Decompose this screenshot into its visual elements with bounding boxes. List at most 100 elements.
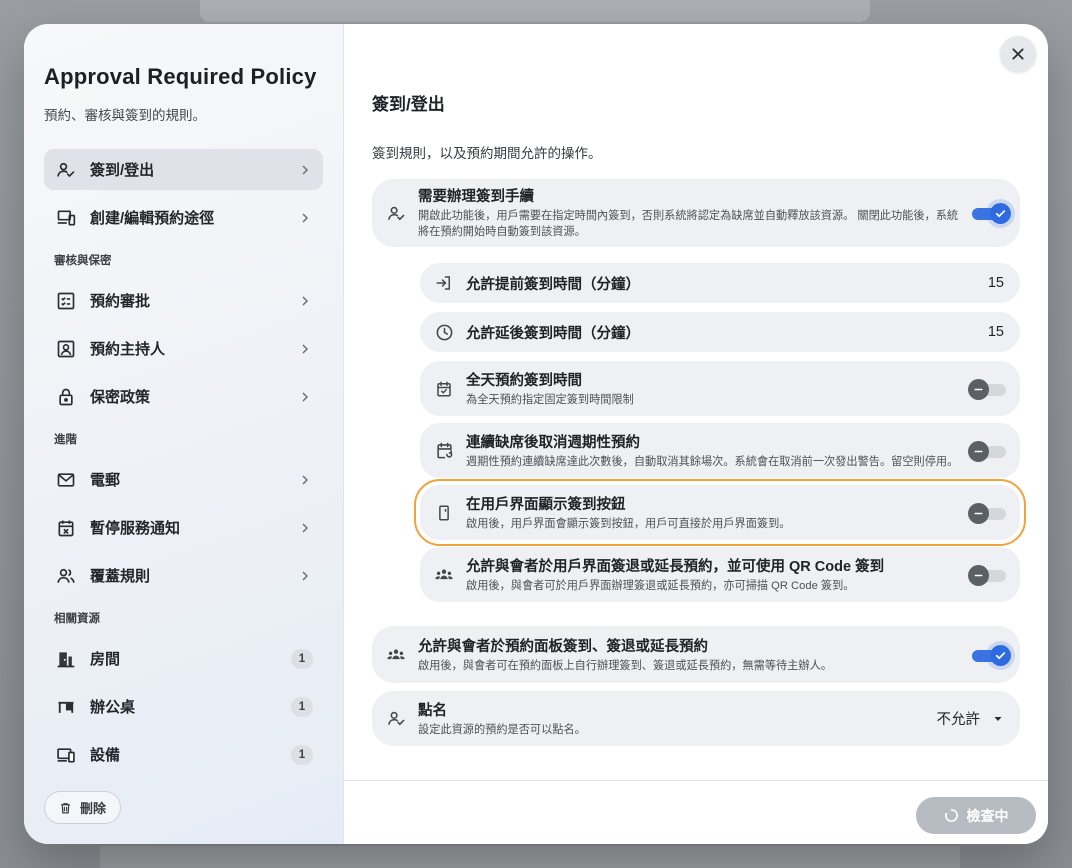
- allday-checkin-toggle[interactable]: [968, 378, 1006, 400]
- sidebar-item-approval[interactable]: 預約審批: [44, 280, 323, 321]
- sidebar-item-label: 設備: [90, 747, 121, 764]
- late-checkin-row[interactable]: 允許延後簽到時間（分鐘） 15: [420, 312, 1020, 352]
- chevron-right-icon: [302, 343, 309, 354]
- equipment-icon: [56, 745, 76, 765]
- ui-checkout-qr-toggle[interactable]: [968, 564, 1006, 586]
- user-check-icon: [386, 203, 406, 223]
- roll-call-title: 點名: [418, 702, 447, 719]
- phone-icon: [434, 503, 454, 523]
- calendar-check-icon: [434, 379, 454, 399]
- sidebar-item-outage-notice[interactable]: 暫停服務通知: [44, 507, 323, 548]
- early-checkin-row[interactable]: 允許提前簽到時間（分鐘） 15: [420, 263, 1020, 303]
- sidebar: Approval Required Policy 預約、審核與簽到的規則。 簽到…: [24, 24, 344, 844]
- trash-icon: [61, 802, 70, 813]
- mail-icon: [56, 470, 76, 490]
- checkin-sub-rules: 允許提前簽到時間（分鐘） 15 允許延後簽到時間（分鐘） 15 全天預約簽到時間: [414, 263, 1026, 602]
- background-header: [200, 0, 870, 22]
- devices-icon: [56, 208, 76, 228]
- section-label-review: 審核與保密: [54, 255, 112, 267]
- background-footer: [100, 846, 960, 868]
- sidebar-item-label: 簽到/登出: [90, 162, 155, 179]
- sidebar-nav: 簽到/登出 創建/編輯預約途徑 審核與保密 預約審批 預約主持人 保密政策 進階…: [44, 149, 323, 775]
- sidebar-item-booking-channels[interactable]: 創建/編輯預約途徑: [44, 197, 323, 238]
- early-checkin-title: 允許提前簽到時間（分鐘）: [466, 276, 640, 293]
- sidebar-item-label: 暫停服務通知: [90, 520, 181, 537]
- section-label-advanced: 進階: [54, 434, 77, 446]
- sidebar-item-label: 創建/編輯預約途徑: [90, 210, 215, 227]
- sidebar-item-override-rules[interactable]: 覆蓋規則: [44, 555, 323, 596]
- chevron-right-icon: [302, 474, 309, 485]
- checking-button[interactable]: 檢查中: [916, 797, 1036, 834]
- early-checkin-value[interactable]: 15: [988, 275, 1004, 291]
- require-checkin-toggle[interactable]: [972, 202, 1011, 224]
- calendar-x-icon: [56, 518, 76, 538]
- panel-checkin-title: 允許與會者於預約面板簽到、簽退或延長預約: [418, 638, 708, 655]
- cancel-recurring-row: 連續缺席後取消週期性預約 週期性預約連續缺席達此次數後，自動取消其餘場次。系統會…: [420, 423, 1020, 478]
- count-badge: 1: [291, 648, 313, 669]
- chevron-right-icon: [302, 295, 309, 306]
- ui-checkout-qr-row: 允許與會者於用戶界面簽退或延長預約，並可使用 QR Code 簽到 啟用後，與會…: [420, 547, 1020, 602]
- desk-icon: [56, 697, 76, 717]
- ui-checkout-qr-desc: 啟用後，與會者可於用戶界面辦理簽退或延長預約，亦可掃描 QR Code 簽到。: [466, 579, 855, 592]
- allday-checkin-desc: 為全天預約指定固定簽到時間限制: [466, 393, 634, 406]
- require-checkin-desc: 開啟此功能後，用戶需要在指定時間內簽到，否則系統將認定為缺席並自動釋放該資源。 …: [418, 210, 959, 238]
- spinner-icon: [944, 809, 958, 822]
- ui-checkout-qr-title: 允許與會者於用戶界面簽退或延長預約，並可使用 QR Code 簽到: [466, 558, 885, 575]
- host-card-icon: [56, 339, 76, 359]
- count-badge: 1: [291, 696, 313, 717]
- sidebar-item-host[interactable]: 預約主持人: [44, 328, 323, 369]
- settings-content: 簽到/登出 簽到規則，以及預約期間允許的操作。 需要辦理簽到手續 開啟此功能後，…: [372, 90, 1026, 746]
- main-panel: 簽到/登出 簽到規則，以及預約期間允許的操作。 需要辦理簽到手續 開啟此功能後，…: [344, 24, 1048, 844]
- delete-button-label: 刪除: [80, 801, 107, 816]
- roll-call-card: 點名 設定此資源的預約是否可以點名。 不允許: [372, 691, 1020, 746]
- door-icon: [56, 649, 76, 669]
- sidebar-item-label: 房間: [90, 651, 121, 668]
- allday-checkin-title: 全天預約簽到時間: [466, 372, 582, 389]
- chevron-right-icon: [302, 570, 309, 581]
- lock-icon: [56, 387, 76, 407]
- chevron-right-icon: [302, 212, 309, 223]
- delete-button[interactable]: 刪除: [44, 791, 122, 824]
- user-check-icon: [56, 160, 76, 180]
- policy-subtitle: 預約、審核與簽到的規則。: [44, 108, 206, 123]
- roll-call-select[interactable]: 不允許: [937, 708, 1005, 729]
- checking-button-label: 檢查中: [966, 807, 1009, 824]
- panel-checkin-toggle[interactable]: [972, 644, 1011, 666]
- ui-checkin-button-row: 在用戶界面顯示簽到按鈕 啟用後，用戶界面會顯示簽到按鈕，用戶可直接於用戶界面簽到…: [414, 479, 1026, 546]
- clock-icon: [434, 322, 454, 342]
- section-description: 簽到規則，以及預約期間允許的操作。: [372, 146, 602, 161]
- ui-checkin-button-title: 在用戶界面顯示簽到按鈕: [466, 496, 626, 513]
- panel-checkin-card: 允許與會者於預約面板簽到、簽退或延長預約 啟用後，與會者可在預約面板上自行辦理簽…: [372, 626, 1020, 683]
- sidebar-item-rooms[interactable]: 房間 1: [44, 638, 323, 679]
- sidebar-item-email[interactable]: 電郵: [44, 459, 323, 500]
- cancel-recurring-title: 連續缺席後取消週期性預約: [466, 434, 640, 451]
- ui-checkin-button-toggle[interactable]: [968, 502, 1006, 524]
- sidebar-item-label: 保密政策: [90, 389, 151, 406]
- roll-call-selected-value: 不允許: [936, 712, 981, 728]
- close-button[interactable]: [1000, 36, 1036, 72]
- cancel-recurring-toggle[interactable]: [968, 440, 1006, 462]
- count-badge: 1: [291, 744, 313, 765]
- sidebar-item-label: 預約主持人: [90, 341, 166, 358]
- require-checkin-title: 需要辦理簽到手續: [418, 189, 534, 206]
- approval-list-icon: [56, 291, 76, 311]
- late-checkin-value[interactable]: 15: [988, 324, 1004, 340]
- late-checkin-title: 允許延後簽到時間（分鐘）: [466, 325, 640, 342]
- sidebar-item-label: 覆蓋規則: [90, 568, 151, 585]
- chevron-right-icon: [302, 522, 309, 533]
- policy-modal: Approval Required Policy 預約、審核與簽到的規則。 簽到…: [24, 24, 1048, 844]
- cancel-recurring-desc: 週期性預約連續缺席達此次數後，自動取消其餘場次。系統會在取消前一次發出警告。留空…: [466, 455, 959, 468]
- caret-down-icon: [994, 716, 1002, 721]
- close-icon: [1012, 48, 1024, 60]
- sidebar-item-privacy[interactable]: 保密政策: [44, 376, 323, 417]
- modal-footer: 檢查中: [344, 780, 1048, 844]
- sidebar-item-label: 預約審批: [90, 293, 151, 310]
- chevron-right-icon: [302, 164, 309, 175]
- user-check-icon: [386, 709, 406, 729]
- sidebar-item-desks[interactable]: 辦公桌 1: [44, 686, 323, 727]
- ui-checkin-button-desc: 啟用後，用戶界面會顯示簽到按鈕，用戶可直接於用戶界面簽到。: [466, 517, 791, 530]
- sidebar-item-label: 電郵: [90, 472, 121, 489]
- sidebar-item-equipment[interactable]: 設備 1: [44, 734, 323, 775]
- sidebar-item-checkin[interactable]: 簽到/登出: [44, 149, 323, 190]
- users-icon: [56, 566, 76, 586]
